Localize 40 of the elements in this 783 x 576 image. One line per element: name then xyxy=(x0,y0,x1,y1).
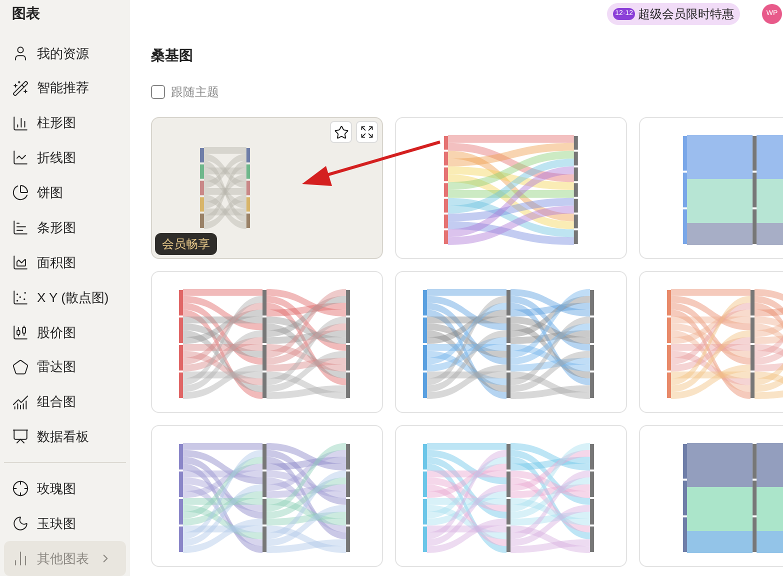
sidebar-item[interactable]: 数据看板 xyxy=(4,420,126,454)
sidebar-item[interactable]: 玫瑰图 xyxy=(4,471,126,506)
favorite-button[interactable] xyxy=(330,121,352,143)
pie-chart-icon xyxy=(12,184,29,202)
pentagon-icon xyxy=(12,358,29,376)
sidebar-item[interactable]: 饼图 xyxy=(4,175,126,210)
horizontal-bar-chart-icon xyxy=(12,219,29,236)
combo-chart-icon xyxy=(12,394,29,411)
sidebar-title: 图表 xyxy=(12,4,40,23)
more-charts-icon xyxy=(12,550,29,568)
sidebar-item[interactable]: 我的资源 xyxy=(4,36,126,71)
sidebar-item[interactable]: 折线图 xyxy=(4,140,126,176)
chart-template-card[interactable] xyxy=(151,271,383,413)
checkbox[interactable] xyxy=(151,85,165,99)
expand-icon xyxy=(360,125,374,139)
sidebar-item[interactable]: 玉玦图 xyxy=(4,506,126,542)
scatter-chart-icon xyxy=(12,288,29,306)
section-title: 桑基图 xyxy=(151,46,194,65)
sidebar-item[interactable]: 雷达图 xyxy=(4,350,126,385)
candlestick-chart-icon xyxy=(12,324,29,341)
chart-template-card[interactable] xyxy=(151,425,383,567)
bar-chart-icon xyxy=(12,114,29,132)
sidebar-item[interactable]: 面积图 xyxy=(4,245,126,280)
fullscreen-button[interactable] xyxy=(356,121,378,143)
checkbox-label: 跟随主题 xyxy=(171,84,219,101)
sidebar-item[interactable]: X Y (散点图) xyxy=(4,280,126,315)
star-icon xyxy=(334,124,348,140)
sidebar-item[interactable]: 智能推荐 xyxy=(4,70,126,106)
user-icon xyxy=(12,44,29,62)
line-chart-icon xyxy=(12,149,29,166)
chart-template-card[interactable]: 会员畅享 xyxy=(151,117,383,259)
sidebar-item[interactable]: 条形图 xyxy=(4,210,126,246)
sidebar-item[interactable]: 股价图 xyxy=(4,314,126,350)
chart-template-card[interactable] xyxy=(395,117,627,259)
chart-template-card[interactable] xyxy=(395,271,627,413)
area-chart-icon xyxy=(12,254,29,272)
sidebar-item[interactable]: 组合图 xyxy=(4,384,126,420)
chart-template-card[interactable] xyxy=(395,425,627,567)
member-badge: 会员畅享 xyxy=(155,233,217,255)
sidebar-item[interactable]: 柱形图 xyxy=(4,106,126,141)
